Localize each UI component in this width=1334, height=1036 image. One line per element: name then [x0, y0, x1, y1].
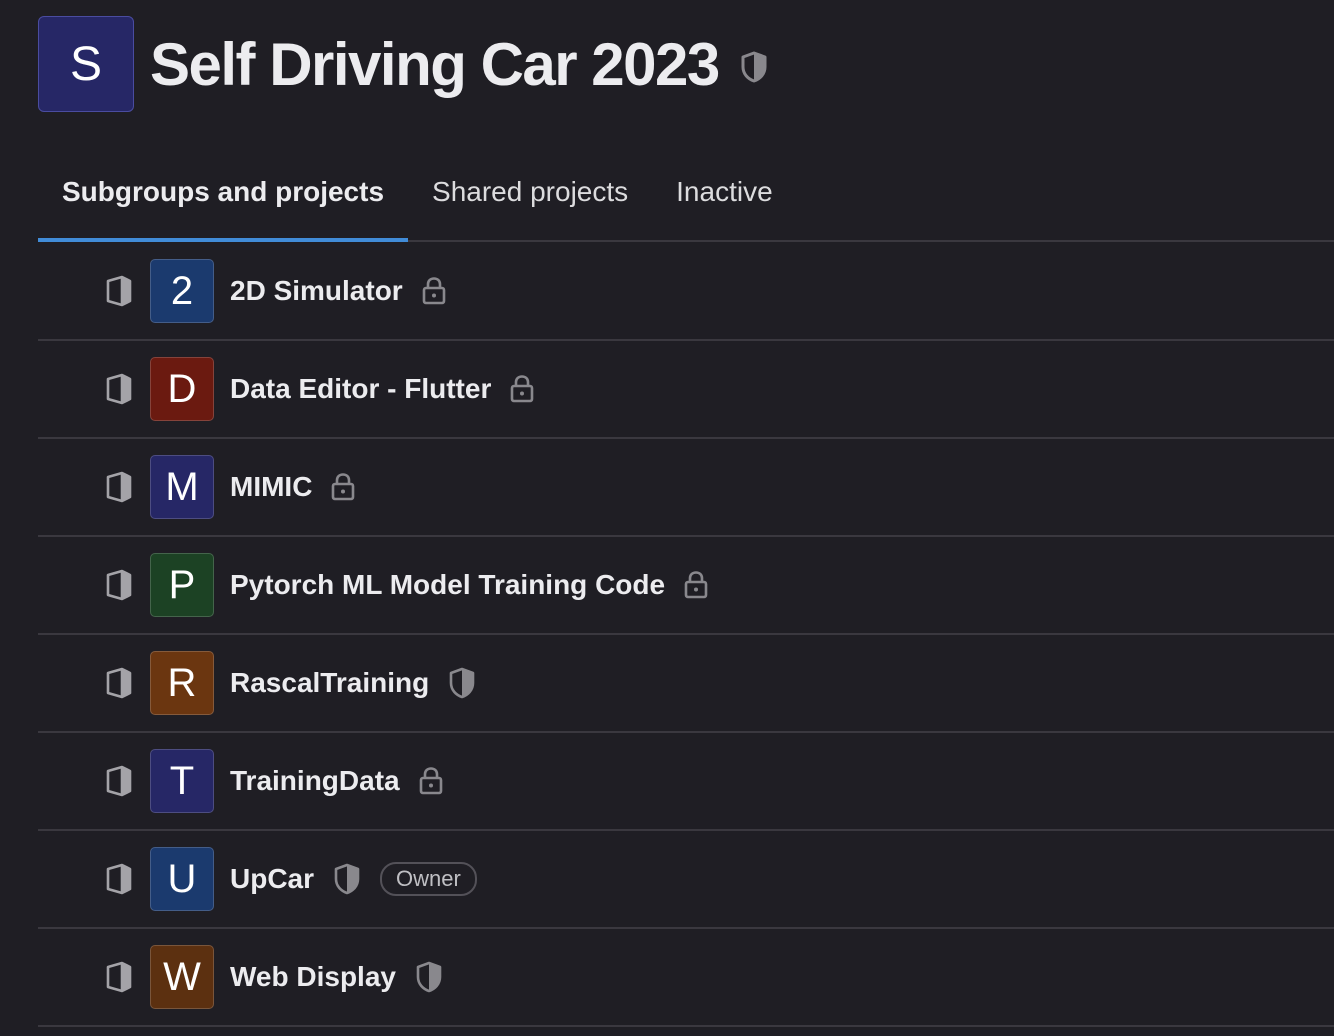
group-avatar[interactable]: S: [38, 16, 134, 112]
project-avatar[interactable]: 2: [150, 259, 214, 323]
project-avatar[interactable]: M: [150, 455, 214, 519]
shield-icon[interactable]: [414, 960, 444, 994]
project-icon: [104, 274, 134, 308]
lock-icon[interactable]: [509, 374, 535, 404]
project-avatar[interactable]: P: [150, 553, 214, 617]
project-name-link[interactable]: Web Display: [230, 961, 396, 993]
project-list: 2 2D Simulator D Data Editor - Flutter M MIMI…: [38, 243, 1334, 1027]
list-item[interactable]: P Pytorch ML Model Training Code: [38, 537, 1334, 635]
tab-shared-projects[interactable]: Shared projects: [408, 150, 652, 240]
list-item[interactable]: D Data Editor - Flutter: [38, 341, 1334, 439]
list-item[interactable]: U UpCar Owner: [38, 831, 1334, 929]
project-icon: [104, 666, 134, 700]
project-name-link[interactable]: RascalTraining: [230, 667, 429, 699]
project-icon: [104, 764, 134, 798]
project-icon: [104, 862, 134, 896]
project-name-link[interactable]: 2D Simulator: [230, 275, 403, 307]
tab-inactive[interactable]: Inactive: [652, 150, 797, 240]
tab-subgroups-and-projects[interactable]: Subgroups and projects: [38, 150, 409, 242]
shield-icon[interactable]: [739, 50, 769, 84]
list-item[interactable]: M MIMIC: [38, 439, 1334, 537]
list-item[interactable]: W Web Display: [38, 929, 1334, 1027]
lock-icon[interactable]: [330, 472, 356, 502]
project-avatar[interactable]: R: [150, 651, 214, 715]
project-avatar[interactable]: W: [150, 945, 214, 1009]
group-header: S Self Driving Car 2023: [38, 16, 769, 112]
lock-icon[interactable]: [421, 276, 447, 306]
project-avatar[interactable]: T: [150, 749, 214, 813]
project-name-link[interactable]: Data Editor - Flutter: [230, 373, 491, 405]
list-item[interactable]: 2 2D Simulator: [38, 243, 1334, 341]
project-icon: [104, 568, 134, 602]
list-item[interactable]: T TrainingData: [38, 733, 1334, 831]
shield-icon[interactable]: [447, 666, 477, 700]
shield-icon[interactable]: [332, 862, 362, 896]
project-name-link[interactable]: MIMIC: [230, 471, 312, 503]
tab-bar: Subgroups and projects Shared projects Ina…: [38, 150, 1334, 242]
project-name-link[interactable]: UpCar: [230, 863, 314, 895]
lock-icon[interactable]: [418, 766, 444, 796]
project-icon: [104, 960, 134, 994]
project-avatar[interactable]: U: [150, 847, 214, 911]
role-badge: Owner: [380, 862, 477, 896]
page-title: Self Driving Car 2023: [150, 30, 720, 98]
project-icon: [104, 470, 134, 504]
project-icon: [104, 372, 134, 406]
list-item[interactable]: R RascalTraining: [38, 635, 1334, 733]
project-avatar[interactable]: D: [150, 357, 214, 421]
project-name-link[interactable]: Pytorch ML Model Training Code: [230, 569, 665, 601]
lock-icon[interactable]: [683, 570, 709, 600]
project-name-link[interactable]: TrainingData: [230, 765, 400, 797]
